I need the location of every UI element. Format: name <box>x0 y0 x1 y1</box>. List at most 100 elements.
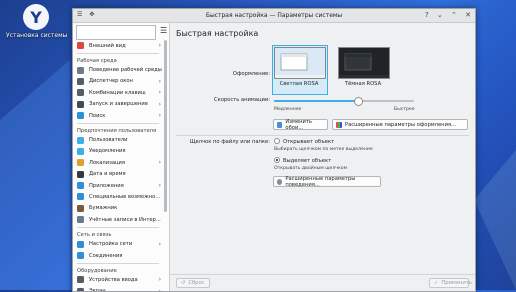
animation-speed-label: Скорость анимации: <box>213 97 270 103</box>
sidebar-item-label: Уведомления <box>89 148 126 155</box>
minimize-icon[interactable]: ⌄ <box>437 11 443 19</box>
keyboard-icon <box>77 89 84 97</box>
sidebar-item[interactable]: Соединения <box>73 250 163 261</box>
open-object-hint: Выбирать щелчком по метке выделения <box>274 147 373 152</box>
rosa-logo-icon: Y <box>23 4 49 30</box>
accessibility-icon <box>77 193 84 201</box>
open-object-label[interactable]: Открывает объект <box>283 139 334 145</box>
advanced-behavior-button[interactable]: Расширенные параметры поведения... <box>273 176 381 188</box>
chevron-right-icon: › <box>158 276 161 284</box>
select-object-hint: Открывать двойным щелчком <box>274 166 348 171</box>
sidebar-item-label: Экран <box>89 288 106 292</box>
light-theme-caption: Светлая ROSA <box>279 81 319 87</box>
sidebar-section-header: Предпочтения пользователя <box>77 128 157 135</box>
chevron-right-icon: › <box>158 89 161 97</box>
sidebar-item[interactable]: Бумажник <box>73 203 163 214</box>
sidebar-item-label: Диспетчер окон <box>89 78 133 85</box>
network-icon <box>77 240 84 248</box>
sidebar-section-header: Сеть и связь <box>77 232 112 239</box>
slider-max-label: Быстрее <box>394 107 415 112</box>
light-preview-image <box>275 48 325 78</box>
palette-icon <box>336 121 342 128</box>
sidebar-item[interactable]: Поиск › <box>73 110 163 121</box>
apply-button[interactable]: ✓ Применить <box>429 278 472 288</box>
chevron-right-icon: › <box>158 112 161 120</box>
chevron-right-icon: › <box>158 100 161 108</box>
dark-theme-preview[interactable] <box>338 47 390 79</box>
sidebar-item[interactable]: Экран › <box>73 286 163 292</box>
reset-label: Сброс <box>188 280 205 286</box>
sidebar-item-label: Пользователи <box>89 137 128 144</box>
animation-slider-handle[interactable] <box>354 97 363 106</box>
title-bar[interactable]: ☰ ✥ Быстрая настройка — Параметры систем… <box>73 9 475 23</box>
sidebar-item[interactable]: Запуск и завершение › <box>73 99 163 110</box>
sidebar-item[interactable]: Комбинации клавиш › <box>73 87 163 98</box>
section-divider <box>176 135 469 136</box>
sidebar-item[interactable]: Локализация › <box>73 157 163 168</box>
dark-preview-image <box>339 48 389 78</box>
chevron-right-icon: › <box>158 240 161 248</box>
clock-icon <box>77 170 84 178</box>
sidebar-item-label: Запуск и завершение <box>89 101 148 108</box>
open-object-radio[interactable] <box>274 138 280 144</box>
change-wallpaper-button[interactable]: Изменить обои... <box>273 119 328 131</box>
apply-label: Применить <box>441 280 472 286</box>
sidebar-item[interactable]: Пользователи <box>73 134 163 145</box>
gear-icon <box>277 178 283 185</box>
sidebar-item-label: Поведение рабочей среды <box>89 67 162 74</box>
desktop-installer-shortcut[interactable]: Y Установка системы <box>6 4 67 39</box>
sidebar-item[interactable]: Внешний вид › <box>73 40 163 51</box>
advanced-appearance-button[interactable]: Расширенные параметры оформления... <box>332 119 468 130</box>
sidebar-item-label: Локализация <box>89 159 126 166</box>
settings-window: ☰ ✥ Быстрая настройка — Параметры систем… <box>72 8 476 292</box>
window-title: Быстрая настройка — Параметры системы <box>205 12 343 19</box>
theme-label: Оформление: <box>232 71 270 77</box>
footer-bar: ↺ Сброс ✓ Применить <box>170 274 475 291</box>
animation-slider-fill <box>274 100 358 102</box>
advanced-appearance-label: Расширенные параметры оформления... <box>345 121 457 128</box>
dark-theme-caption: Тёмная ROSA <box>344 81 382 87</box>
sidebar-scrollbar[interactable] <box>164 40 168 289</box>
sidebar-item[interactable]: Поведение рабочей среды › <box>73 64 163 75</box>
sidebar-item[interactable]: Учётные записи в Интер... <box>73 214 163 225</box>
sidebar-item[interactable]: Дата и время <box>73 169 163 180</box>
sidebar-item-label: Внешний вид <box>89 42 126 49</box>
reset-icon: ↺ <box>181 280 186 286</box>
locale-icon <box>77 159 84 167</box>
click-behavior-label: Щелчок по файлу или папке: <box>189 139 270 145</box>
maximize-icon[interactable]: ⌃ <box>451 11 457 19</box>
sidebar-item[interactable]: Настройка сети › <box>73 238 163 249</box>
window-manager-icon <box>77 77 84 85</box>
sidebar-item-label: Бумажник <box>89 205 118 212</box>
sidebar-item-label: Специальные возможно... <box>89 193 161 200</box>
scrollbar-thumb[interactable] <box>164 40 167 212</box>
sidebar-item-label: Соединения <box>89 252 123 259</box>
sidebar-item[interactable]: Диспетчер окон › <box>73 76 163 87</box>
wallpaper-icon <box>277 121 283 128</box>
sidebar-item[interactable]: Уведомления <box>73 146 163 157</box>
light-theme-preview <box>274 47 326 79</box>
hamburger-menu-icon[interactable]: ☰ <box>160 26 167 35</box>
slider-min-label: Медленнее <box>274 107 302 112</box>
online-accounts-icon <box>77 216 84 224</box>
notifications-icon <box>77 147 84 155</box>
sidebar-item-label: Дата и время <box>89 171 126 178</box>
help-icon[interactable]: ? <box>425 11 429 19</box>
reset-button[interactable]: ↺ Сброс <box>176 278 210 288</box>
sidebar-item[interactable]: Специальные возможно... <box>73 191 163 202</box>
search-input[interactable] <box>76 25 156 40</box>
power-icon <box>77 100 84 108</box>
sidebar: ☰ Внешний вид › Рабочая среда Поведение раб… <box>73 23 170 291</box>
sidebar-item[interactable]: Приложения › <box>73 180 163 191</box>
chevron-right-icon: › <box>158 77 161 85</box>
sidebar-list: Внешний вид › Рабочая среда Поведение рабоч… <box>73 40 163 291</box>
sidebar-item[interactable]: Устройства ввода › <box>73 274 163 285</box>
select-object-label[interactable]: Выделяет объект <box>283 158 331 164</box>
close-icon[interactable]: ✕ <box>465 11 471 19</box>
sidebar-item-label: Приложения <box>89 182 124 189</box>
users-icon <box>77 136 84 144</box>
chevron-right-icon: › <box>158 159 161 167</box>
checkmark-icon: ✓ <box>434 280 439 286</box>
select-object-radio[interactable] <box>274 157 280 163</box>
sidebar-item-label: Настройка сети <box>89 241 133 248</box>
